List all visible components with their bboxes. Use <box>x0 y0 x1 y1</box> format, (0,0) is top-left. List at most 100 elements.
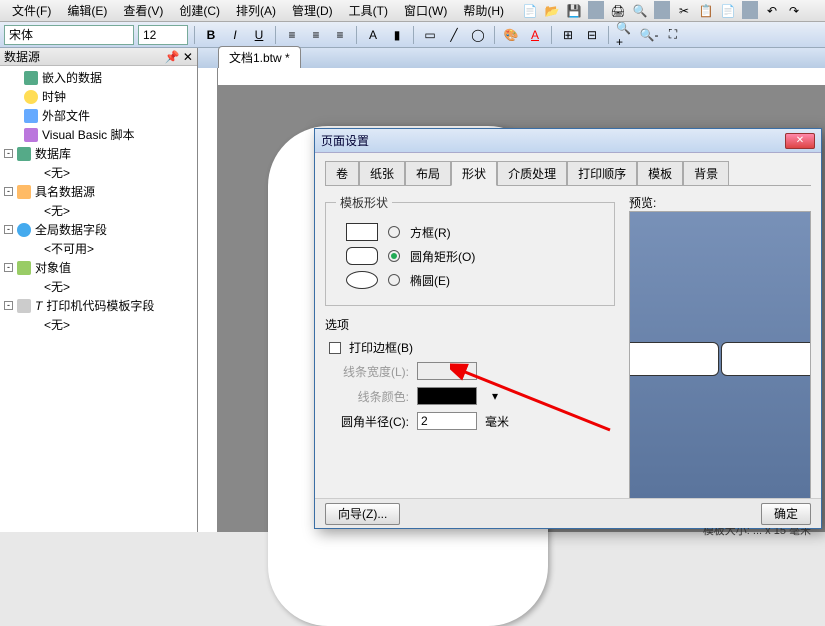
wizard-button[interactable]: 向导(Z)... <box>325 503 400 525</box>
tab-order[interactable]: 打印顺序 <box>567 161 637 186</box>
tree-none: <无> <box>44 316 70 333</box>
radio-rrect[interactable] <box>388 250 400 262</box>
underline-icon[interactable]: U <box>249 25 269 45</box>
doc-tab-bar: 文档1.btw * <box>198 48 825 68</box>
ungroup-icon[interactable]: ⊟ <box>582 25 602 45</box>
menu-help[interactable]: 帮助(H) <box>455 0 512 21</box>
tree-none: <无> <box>44 202 70 219</box>
print-preview-icon[interactable]: 🔍 <box>630 1 650 21</box>
quick-icons: 📄 📂 💾 🖨 🔍 ✂ 📋 📄 ↶ ↷ <box>520 1 804 21</box>
new-icon[interactable]: 📄 <box>520 1 540 21</box>
named-icon <box>17 185 31 199</box>
label-border[interactable]: 打印边框(B) <box>349 339 413 356</box>
checkbox-border[interactable] <box>329 342 341 354</box>
vb-icon <box>24 128 38 142</box>
preview-label-shape <box>629 342 719 376</box>
tab-template[interactable]: 模板 <box>637 161 683 186</box>
pin-icon[interactable]: 📌 ✕ <box>165 50 193 64</box>
fit-icon[interactable]: ⛶ <box>663 25 683 45</box>
tree-database[interactable]: 数据库 <box>35 145 71 162</box>
tree-none: <无> <box>44 164 70 181</box>
tree-embedded[interactable]: 嵌入的数据 <box>42 69 102 86</box>
rect-tool-icon[interactable]: ▭ <box>420 25 440 45</box>
zoom-in-icon[interactable]: 🔍+ <box>615 25 635 45</box>
tree-clock[interactable]: 时钟 <box>42 88 66 105</box>
input-line-color <box>417 387 477 405</box>
bold-icon[interactable]: B <box>201 25 221 45</box>
label-line-width: 线条宽度(L): <box>329 363 409 380</box>
redo-icon[interactable]: ↷ <box>784 1 804 21</box>
expander-icon[interactable]: - <box>4 301 13 310</box>
tab-roll[interactable]: 卷 <box>325 161 359 186</box>
tab-layout[interactable]: 布局 <box>405 161 451 186</box>
menu-view[interactable]: 查看(V) <box>115 0 171 21</box>
rrect-preview-icon <box>346 247 378 265</box>
align-right-icon[interactable]: ≡ <box>330 25 350 45</box>
menu-edit[interactable]: 编辑(E) <box>59 0 115 21</box>
undo-icon[interactable]: ↶ <box>762 1 782 21</box>
expander-icon[interactable]: - <box>4 225 13 234</box>
external-icon <box>24 109 38 123</box>
tree-named[interactable]: 具名数据源 <box>35 183 95 200</box>
input-radius[interactable]: 2 <box>417 412 477 430</box>
dropdown-icon: ▾ <box>485 386 505 406</box>
label-ellipse[interactable]: 椭圆(E) <box>410 272 450 289</box>
paste-icon[interactable]: 📄 <box>718 1 738 21</box>
object-icon <box>17 261 31 275</box>
expander-icon[interactable]: - <box>4 187 13 196</box>
shape-legend: 模板形状 <box>336 194 392 211</box>
menu-admin[interactable]: 管理(D) <box>284 0 341 21</box>
tab-background[interactable]: 背景 <box>683 161 729 186</box>
close-icon[interactable]: ✕ <box>785 133 815 149</box>
label-rect[interactable]: 方框(R) <box>410 224 451 241</box>
tab-media[interactable]: 介质处理 <box>497 161 567 186</box>
menu-create[interactable]: 创建(C) <box>171 0 228 21</box>
align-left-icon[interactable]: ≡ <box>282 25 302 45</box>
data-source-tree: 嵌入的数据 时钟 外部文件 Visual Basic 脚本 - 数据库 <无> -… <box>0 66 197 336</box>
cut-icon[interactable]: ✂ <box>674 1 694 21</box>
align-center-icon[interactable]: ≡ <box>306 25 326 45</box>
line-tool-icon[interactable]: ╱ <box>444 25 464 45</box>
font-size-combo[interactable]: 12 <box>138 25 188 45</box>
ellipse-tool-icon[interactable]: ◯ <box>468 25 488 45</box>
expander-icon[interactable]: - <box>4 263 13 272</box>
menu-window[interactable]: 窗口(W) <box>396 0 455 21</box>
tree-obj[interactable]: 对象值 <box>35 259 71 276</box>
ok-button[interactable]: 确定 <box>761 503 811 525</box>
dialog-footer: 向导(Z)... 确定 <box>315 498 821 528</box>
expander-icon[interactable]: - <box>4 149 13 158</box>
tree-vb[interactable]: Visual Basic 脚本 <box>42 126 134 143</box>
radio-ellipse[interactable] <box>388 274 400 286</box>
save-icon[interactable]: 💾 <box>564 1 584 21</box>
label-line-color: 线条颜色: <box>329 388 409 405</box>
shape-group: 模板形状 方框(R) 圆角矩形(O) 椭圆(E) <box>325 194 615 306</box>
open-icon[interactable]: 📂 <box>542 1 562 21</box>
font-combo[interactable]: 宋体 <box>4 25 134 45</box>
data-source-panel: 数据源 📌 ✕ 嵌入的数据 时钟 外部文件 Visual Basic 脚本 -数… <box>0 48 198 532</box>
text-tool-icon[interactable]: A <box>363 25 383 45</box>
font-color-icon[interactable]: A <box>525 25 545 45</box>
tree-external[interactable]: 外部文件 <box>42 107 90 124</box>
barcode-icon[interactable]: ▮ <box>387 25 407 45</box>
menu-file[interactable]: 文件(F) <box>4 0 59 21</box>
fill-icon[interactable]: 🎨 <box>501 25 521 45</box>
menu-tools[interactable]: 工具(T) <box>341 0 396 21</box>
label-radius: 圆角半径(C): <box>329 413 409 430</box>
ruler-vertical <box>198 68 218 532</box>
tree-printer-tpl[interactable]: 打印机代码模板字段 <box>46 297 154 314</box>
menu-arrange[interactable]: 排列(A) <box>228 0 284 21</box>
italic-icon[interactable]: I <box>225 25 245 45</box>
zoom-out-icon[interactable]: 🔍- <box>639 25 659 45</box>
label-rrect[interactable]: 圆角矩形(O) <box>410 248 475 265</box>
database-icon <box>17 147 31 161</box>
tab-paper[interactable]: 纸张 <box>359 161 405 186</box>
print-icon[interactable]: 🖨 <box>608 1 628 21</box>
tab-shape[interactable]: 形状 <box>451 161 497 186</box>
copy-icon[interactable]: 📋 <box>696 1 716 21</box>
radio-rect[interactable] <box>388 226 400 238</box>
toolbar: 宋体 12 B I U ≡ ≡ ≡ A ▮ ▭ ╱ ◯ 🎨 A ⊞ ⊟ 🔍+ 🔍… <box>0 22 825 48</box>
tree-global[interactable]: 全局数据字段 <box>35 221 107 238</box>
doc-tab[interactable]: 文档1.btw * <box>218 46 301 68</box>
group-icon[interactable]: ⊞ <box>558 25 578 45</box>
embedded-icon <box>24 71 38 85</box>
